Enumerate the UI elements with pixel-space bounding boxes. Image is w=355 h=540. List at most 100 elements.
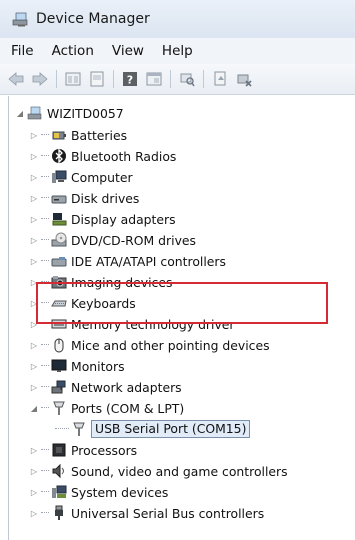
computer-icon — [51, 169, 67, 185]
tree-item-label: Disk drives — [71, 190, 140, 206]
expand-arrow-icon[interactable]: ▷ — [29, 340, 39, 350]
tree-item-bluetooth-radios[interactable]: ▷ Bluetooth Radios — [29, 146, 176, 166]
port-icon — [71, 421, 87, 437]
menu-help[interactable]: Help — [159, 43, 196, 59]
expand-arrow-icon[interactable]: ▷ — [29, 508, 39, 518]
help-icon[interactable]: ? — [120, 69, 140, 89]
battery-icon — [51, 127, 67, 143]
back-icon[interactable] — [6, 69, 26, 89]
tree-item-processors[interactable]: ▷ Processors — [29, 440, 137, 460]
expand-arrow-icon[interactable]: ▷ — [29, 382, 39, 392]
toolbar-separator — [113, 70, 114, 88]
tree-connector — [41, 239, 49, 241]
tree-item-batteries[interactable]: ▷ Batteries — [29, 125, 127, 145]
expand-arrow-icon[interactable]: ▷ — [29, 445, 39, 455]
tree-root-label: WIZITD0057 — [47, 105, 124, 121]
collapse-arrow-icon[interactable]: ◢ — [29, 403, 39, 413]
tree-item-label: Processors — [71, 442, 138, 458]
bluetooth-icon — [51, 148, 67, 164]
menu-action[interactable]: Action — [49, 43, 97, 59]
expand-arrow-icon[interactable]: ▷ — [29, 172, 39, 182]
tree-connector — [41, 134, 49, 136]
tree-item-label: Display adapters — [71, 211, 176, 227]
menu-bar: File Action View Help — [0, 38, 355, 65]
sound-icon — [51, 463, 67, 479]
window-title: Device Manager — [36, 11, 150, 27]
dvd-drive-icon — [51, 232, 67, 248]
tree-item-disk-drives[interactable]: ▷ Disk drives — [29, 188, 139, 208]
menu-view[interactable]: View — [109, 43, 147, 59]
display-adapter-icon — [51, 211, 67, 227]
tree-item-computer[interactable]: ▷ Computer — [29, 167, 133, 187]
tree-item-label: Ports (COM & LPT) — [71, 400, 185, 416]
tree-item-label: USB Serial Port (COM15) — [91, 420, 251, 438]
tree-root[interactable]: ◢ WIZITD0057 — [15, 103, 124, 123]
tree-item-label: IDE ATA/ATAPI controllers — [71, 253, 226, 269]
scan-icon[interactable] — [177, 69, 197, 89]
tree-item-dvd-cd-rom-drives[interactable]: ▷ DVD/CD-ROM drives — [29, 230, 196, 250]
tree-item-label: Computer — [71, 169, 133, 185]
tree-item-label: Sound, video and game controllers — [71, 463, 288, 479]
tree-connector — [41, 197, 49, 199]
tree-connector — [55, 428, 69, 430]
forward-icon[interactable] — [30, 69, 50, 89]
tree-connector — [41, 386, 49, 388]
tree-item-ports-com-lpt[interactable]: ◢ Ports (COM & LPT) — [29, 398, 184, 418]
tree-item-label: Bluetooth Radios — [71, 148, 177, 164]
console-icon[interactable] — [144, 69, 164, 89]
mouse-icon — [51, 337, 67, 353]
toolbar-separator — [203, 70, 204, 88]
tree-connector — [41, 407, 49, 409]
tree-connector — [41, 470, 49, 472]
highlight-box — [36, 282, 328, 324]
expand-arrow-icon[interactable]: ▷ — [29, 193, 39, 203]
tree-item-display-adapters[interactable]: ▷ Display adapters — [29, 209, 176, 229]
disk-drive-icon — [51, 190, 67, 206]
disable-icon[interactable] — [234, 69, 254, 89]
tree-connector — [41, 260, 49, 262]
system-device-icon — [51, 484, 67, 500]
tree-connector — [41, 344, 49, 346]
properties-icon[interactable] — [63, 69, 83, 89]
expand-arrow-icon[interactable]: ▷ — [29, 235, 39, 245]
expand-arrow-icon[interactable]: ▷ — [29, 214, 39, 224]
device-manager-icon — [12, 11, 30, 27]
port-icon — [51, 400, 67, 416]
tree-item-label: Mice and other pointing devices — [71, 337, 270, 353]
tree-connector — [41, 512, 49, 514]
tree-item-label: Network adapters — [71, 379, 182, 395]
processor-icon — [51, 442, 67, 458]
monitor-icon — [51, 358, 67, 374]
tree-connector — [41, 155, 49, 157]
tree-item-label: Monitors — [71, 358, 125, 374]
tree-connector — [41, 449, 49, 451]
tree-item-usb-serial-port-com15[interactable]: USB Serial Port (COM15) — [53, 419, 251, 439]
expand-arrow-icon[interactable]: ▷ — [29, 256, 39, 266]
tree-item-label: Universal Serial Bus controllers — [71, 505, 265, 521]
tree-item-monitors[interactable]: ▷ Monitors — [29, 356, 125, 376]
tree-item-ide-ata-atapi-controllers[interactable]: ▷ IDE ATA/ATAPI controllers — [29, 251, 226, 271]
collapse-arrow-icon[interactable]: ◢ — [15, 108, 25, 118]
toolbar-separator — [170, 70, 171, 88]
ide-controller-icon — [51, 253, 67, 269]
expand-arrow-icon[interactable]: ▷ — [29, 466, 39, 476]
expand-arrow-icon[interactable]: ▷ — [29, 130, 39, 140]
tree-item-label: Batteries — [71, 127, 128, 143]
toolbar-separator — [56, 70, 57, 88]
expand-arrow-icon[interactable]: ▷ — [29, 151, 39, 161]
tree-item-universal-serial-bus-controllers[interactable]: ▷ Universal Serial Bus controllers — [29, 503, 264, 523]
update-icon[interactable] — [87, 69, 107, 89]
tree-item-label: System devices — [71, 484, 169, 500]
expand-arrow-icon[interactable]: ▷ — [29, 487, 39, 497]
tree-connector — [41, 491, 49, 493]
title-bar: Device Manager — [0, 0, 355, 38]
tree-item-sound-video-and-game-controllers[interactable]: ▷ Sound, video and game controllers — [29, 461, 288, 481]
tree-item-network-adapters[interactable]: ▷ Network adapters — [29, 377, 182, 397]
expand-arrow-icon[interactable]: ▷ — [29, 361, 39, 371]
tree-item-mice-and-other-pointing-devices[interactable]: ▷ Mice and other pointing devices — [29, 335, 270, 355]
toolbar: ? — [0, 64, 355, 95]
network-adapter-icon — [51, 379, 67, 395]
menu-file[interactable]: File — [8, 43, 37, 59]
tree-item-system-devices[interactable]: ▷ System devices — [29, 482, 168, 502]
driver-icon[interactable] — [210, 69, 230, 89]
